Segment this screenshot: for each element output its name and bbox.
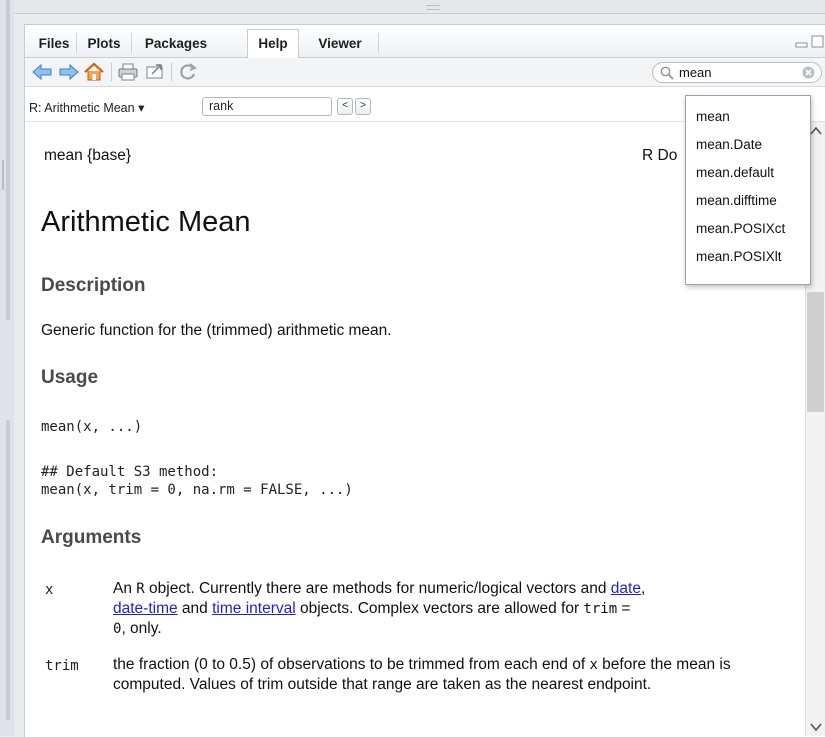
maximize-icon[interactable]	[811, 35, 824, 48]
link-date[interactable]: date	[611, 580, 641, 597]
page-header-left: mean {base}	[44, 147, 132, 164]
search-suggestions-dropdown: mean mean.Date mean.default mean.difftim…	[685, 95, 811, 285]
tab-separator	[76, 33, 77, 53]
forward-arrow-icon[interactable]	[58, 62, 80, 82]
find-next-button[interactable]: >	[355, 98, 371, 115]
section-heading-arguments: Arguments	[41, 527, 142, 548]
usage-code-line: mean(x, trim = 0, na.rm = FALSE, ...)	[41, 482, 353, 498]
find-previous-button[interactable]: <	[337, 98, 353, 115]
tab-viewer[interactable]: Viewer	[308, 31, 372, 57]
description-text: Generic function for the (trimmed) arith…	[41, 322, 392, 339]
tab-files[interactable]: Files	[33, 31, 75, 57]
tab-separator	[378, 33, 379, 53]
usage-code-line: mean(x, ...)	[41, 419, 143, 435]
link-date-time[interactable]: date-time	[113, 600, 178, 617]
text-span: objects. Complex vectors are allowed for	[295, 600, 584, 617]
argument-description: the fraction (0 to 0.5) of observations …	[113, 655, 793, 694]
splitter-grip	[2, 160, 4, 190]
code-span: trim	[583, 601, 618, 617]
tab-plots[interactable]: Plots	[78, 31, 130, 57]
tab-packages[interactable]: Packages	[133, 31, 219, 57]
suggestion-item[interactable]: mean.POSIXlt	[696, 249, 782, 264]
scroll-up-icon[interactable]	[810, 126, 822, 136]
suggestion-item[interactable]: mean.POSIXct	[696, 221, 785, 236]
scroll-down-icon[interactable]	[810, 722, 822, 732]
section-heading-usage: Usage	[41, 367, 99, 388]
back-arrow-icon[interactable]	[31, 62, 53, 82]
page-header-right: R Do	[642, 147, 678, 164]
splitter-bar	[6, 0, 10, 320]
splitter-bar	[6, 420, 10, 720]
section-heading-description: Description	[41, 275, 146, 296]
argument-description: An R object. Currently there are methods…	[113, 579, 773, 639]
text-span: An	[113, 580, 137, 597]
r-logo-text: R	[136, 581, 145, 597]
text-span: , only.	[121, 620, 162, 637]
topic-history-dropdown[interactable]: R: Arithmetic Mean ▾	[29, 100, 144, 115]
top-splitter[interactable]	[14, 0, 825, 14]
argument-name: x	[45, 582, 54, 598]
search-icon	[660, 66, 674, 80]
open-in-new-window-icon[interactable]	[144, 62, 166, 82]
help-toolbar	[25, 58, 825, 87]
help-search-box[interactable]	[652, 62, 822, 83]
clear-search-icon[interactable]	[802, 66, 815, 79]
suggestion-item[interactable]: mean.difftime	[696, 193, 777, 208]
home-icon[interactable]	[83, 62, 105, 82]
text-span: ,	[640, 580, 646, 597]
scrollbar-thumb[interactable]	[807, 292, 824, 412]
refresh-icon[interactable]	[177, 62, 199, 82]
text-span: the fraction (0 to 0.5) of observations …	[113, 656, 590, 673]
tab-help[interactable]: Help	[247, 29, 299, 59]
tab-separator	[131, 33, 132, 53]
suggestion-item[interactable]: mean	[696, 109, 730, 124]
suggestion-item[interactable]: mean.default	[696, 165, 774, 180]
link-time-interval[interactable]: time interval	[212, 600, 296, 617]
text-span: and	[177, 600, 213, 617]
left-splitter[interactable]	[0, 0, 14, 736]
text-span: =	[617, 600, 631, 617]
argument-name: trim	[45, 658, 79, 674]
page-title: Arithmetic Mean	[41, 206, 251, 238]
toolbar-separator	[171, 63, 172, 81]
find-in-topic-input[interactable]: rank	[202, 97, 332, 116]
text-span: object. Currently there are methods for …	[144, 580, 611, 597]
toolbar-separator	[111, 63, 112, 81]
code-span: x	[589, 657, 598, 673]
usage-code-line: ## Default S3 method:	[41, 464, 219, 480]
suggestion-item[interactable]: mean.Date	[696, 137, 762, 152]
print-icon[interactable]	[117, 62, 139, 82]
help-search-input[interactable]	[679, 64, 794, 81]
tab-bar: Files Plots Packages Help Viewer	[25, 25, 825, 59]
minimize-icon[interactable]	[795, 35, 808, 48]
splitter-grip-icon	[426, 5, 440, 10]
